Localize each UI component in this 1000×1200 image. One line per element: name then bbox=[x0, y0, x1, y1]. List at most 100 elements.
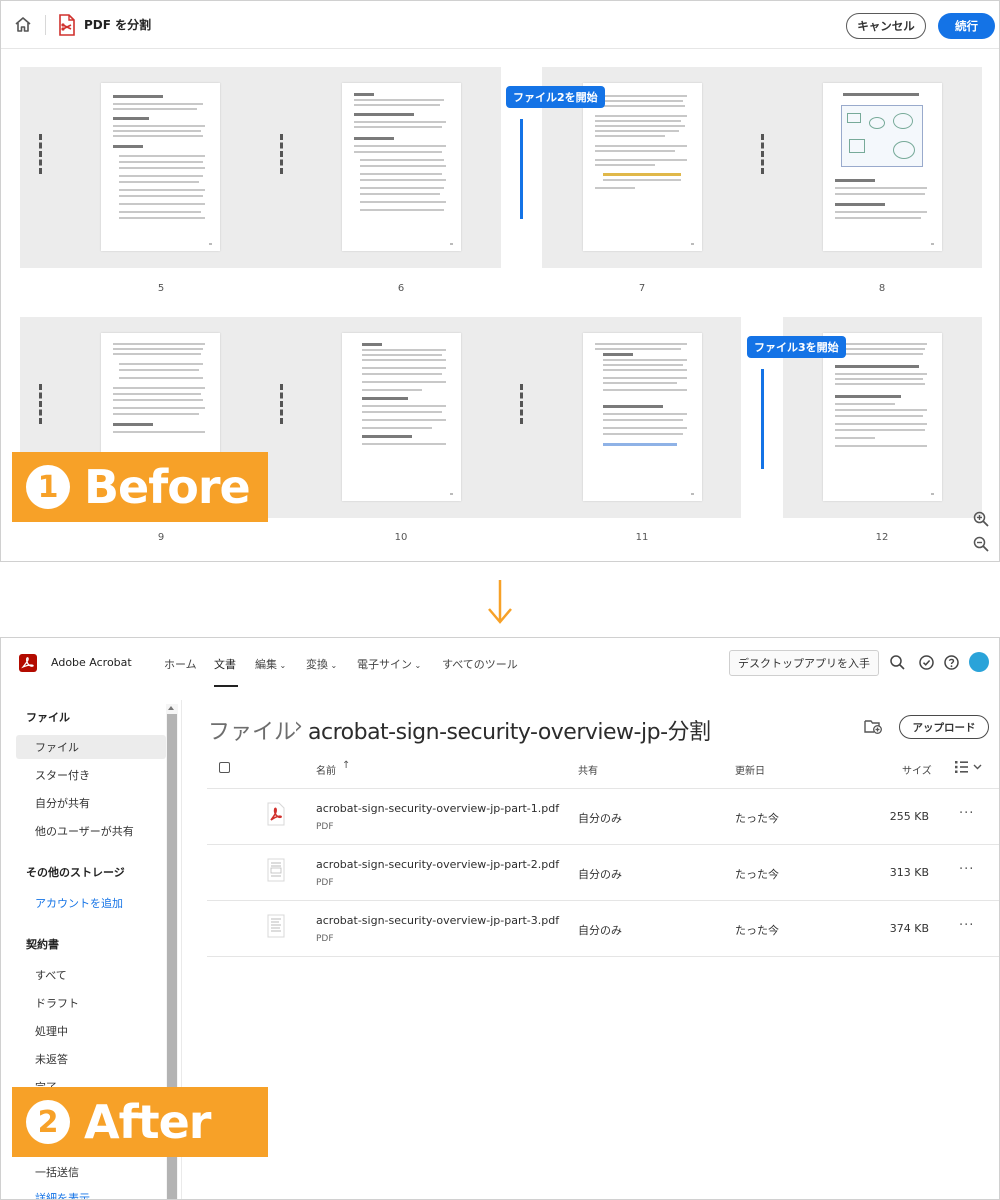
nav-home[interactable]: ホーム bbox=[164, 656, 197, 672]
file-shared: 自分のみ bbox=[578, 868, 622, 881]
table-row[interactable]: acrobat-sign-security-overview-jp-part-1… bbox=[207, 789, 999, 845]
split-pdf-icon bbox=[59, 14, 75, 36]
list-view-icon[interactable] bbox=[954, 760, 984, 774]
sidebar-item-waiting[interactable]: 未返答 bbox=[16, 1047, 166, 1071]
after-label: 2 After bbox=[12, 1087, 268, 1157]
get-desktop-app-button[interactable]: デスクトップアプリを入手 bbox=[729, 650, 879, 676]
breadcrumb-root[interactable]: ファイル bbox=[208, 714, 296, 746]
page-number: 5 bbox=[157, 283, 165, 294]
file-split-line[interactable] bbox=[520, 119, 523, 219]
upload-button[interactable]: アップロード bbox=[899, 715, 989, 739]
tool-title: PDF を分割 bbox=[84, 18, 152, 32]
page-thumbnail[interactable] bbox=[342, 83, 461, 251]
search-icon[interactable] bbox=[889, 654, 906, 671]
step-number: 2 bbox=[26, 1100, 70, 1144]
more-options-icon[interactable]: ··· bbox=[959, 806, 974, 821]
show-more-link[interactable]: 詳細を表示 bbox=[16, 1186, 166, 1199]
page-thumbnail[interactable] bbox=[342, 333, 461, 501]
check-circle-icon[interactable] bbox=[918, 654, 935, 671]
sidebar-item-files[interactable]: ファイル bbox=[16, 735, 166, 759]
after-panel: Adobe Acrobat ホーム 文書 編集 ⌄ 変換 ⌄ 電子サイン ⌄ す… bbox=[0, 637, 1000, 1200]
column-header-shared[interactable]: 共有 bbox=[578, 762, 598, 777]
file-name[interactable]: acrobat-sign-security-overview-jp-part-3… bbox=[316, 914, 559, 927]
nav-active-indicator bbox=[214, 685, 238, 687]
sort-ascending-icon[interactable]: ↑ bbox=[342, 760, 350, 771]
sidebar-item-shared-by-me[interactable]: 自分が共有 bbox=[16, 791, 166, 815]
page-thumbnail[interactable] bbox=[823, 333, 942, 501]
continue-button[interactable]: 続行 bbox=[938, 13, 995, 39]
toolbar-divider bbox=[45, 15, 46, 35]
column-header-name[interactable]: 名前 bbox=[316, 762, 336, 777]
nav-documents[interactable]: 文書 bbox=[214, 656, 236, 672]
split-marker[interactable] bbox=[761, 134, 764, 174]
sidebar-item-draft[interactable]: ドラフト bbox=[16, 991, 166, 1015]
file-name[interactable]: acrobat-sign-security-overview-jp-part-2… bbox=[316, 858, 559, 871]
step-label: Before bbox=[84, 460, 251, 514]
file-name[interactable]: acrobat-sign-security-overview-jp-part-1… bbox=[316, 802, 559, 815]
file-list: acrobat-sign-security-overview-jp-part-1… bbox=[207, 788, 999, 957]
nav-edit-label: 編集 bbox=[255, 658, 277, 671]
zoom-out-icon[interactable] bbox=[972, 535, 990, 553]
file-shared: 自分のみ bbox=[578, 812, 622, 825]
split-toolbar: PDF を分割 キャンセル 続行 bbox=[1, 1, 999, 49]
file-type: PDF bbox=[316, 822, 334, 832]
page-thumbnail[interactable] bbox=[583, 333, 702, 501]
pdf-file-icon bbox=[267, 858, 285, 882]
file3-start-badge: ファイル3を開始 bbox=[747, 336, 846, 358]
scroll-up-icon[interactable] bbox=[168, 706, 174, 710]
home-icon[interactable] bbox=[13, 15, 33, 35]
table-row[interactable]: acrobat-sign-security-overview-jp-part-2… bbox=[207, 845, 999, 901]
file-split-line[interactable] bbox=[761, 369, 764, 469]
sidebar-item-bulk-send[interactable]: 一括送信 bbox=[16, 1160, 166, 1184]
file-type: PDF bbox=[316, 878, 334, 888]
page-title: acrobat-sign-security-overview-jp-分割 bbox=[308, 720, 711, 745]
new-folder-icon[interactable] bbox=[864, 718, 882, 734]
pdf-file-icon bbox=[267, 914, 285, 938]
help-icon[interactable] bbox=[943, 654, 960, 671]
split-marker[interactable] bbox=[280, 134, 283, 174]
table-row[interactable]: acrobat-sign-security-overview-jp-part-3… bbox=[207, 901, 999, 957]
page-thumbnail[interactable] bbox=[101, 83, 220, 251]
page-number: 8 bbox=[878, 283, 886, 294]
nav-esign[interactable]: 電子サイン ⌄ bbox=[357, 656, 421, 672]
page-number: 12 bbox=[875, 532, 889, 543]
nav-convert[interactable]: 変換 ⌄ bbox=[306, 656, 337, 672]
split-marker[interactable] bbox=[280, 384, 283, 424]
cancel-button[interactable]: キャンセル bbox=[846, 13, 926, 39]
app-header: Adobe Acrobat ホーム 文書 編集 ⌄ 変換 ⌄ 電子サイン ⌄ す… bbox=[1, 638, 999, 688]
nav-edit[interactable]: 編集 ⌄ bbox=[255, 656, 286, 672]
page-number: 9 bbox=[157, 532, 165, 543]
page-thumbnail[interactable] bbox=[823, 83, 942, 251]
chevron-down-icon: ⌄ bbox=[277, 661, 287, 670]
nav-convert-label: 変換 bbox=[306, 658, 328, 671]
before-label: 1 Before bbox=[12, 452, 268, 522]
sidebar-item-in-progress[interactable]: 処理中 bbox=[16, 1019, 166, 1043]
page-number: 11 bbox=[635, 532, 649, 543]
sidebar-section-agreements: 契約書 bbox=[26, 938, 59, 951]
zoom-in-icon[interactable] bbox=[972, 510, 990, 528]
arrow-down-icon bbox=[488, 580, 512, 624]
more-options-icon[interactable]: ··· bbox=[959, 918, 974, 933]
more-options-icon[interactable]: ··· bbox=[959, 862, 974, 877]
sidebar-item-all[interactable]: すべて bbox=[16, 963, 166, 987]
file-shared: 自分のみ bbox=[578, 924, 622, 937]
split-marker[interactable] bbox=[39, 134, 42, 174]
pdf-file-icon bbox=[267, 802, 285, 826]
page-number: 6 bbox=[397, 283, 405, 294]
sidebar-item-shared-by-others[interactable]: 他のユーザーが共有 bbox=[16, 819, 166, 843]
column-header-modified[interactable]: 更新日 bbox=[735, 762, 765, 777]
nav-all-tools[interactable]: すべてのツール bbox=[442, 656, 518, 672]
page-thumbnail[interactable] bbox=[583, 83, 702, 251]
file-size: 255 KB bbox=[889, 810, 929, 823]
avatar[interactable] bbox=[969, 652, 989, 672]
split-marker[interactable] bbox=[39, 384, 42, 424]
file-modified: たった今 bbox=[735, 812, 779, 825]
sidebar-section-storage: その他のストレージ bbox=[26, 866, 125, 879]
select-all-checkbox[interactable] bbox=[219, 762, 230, 773]
sidebar-item-starred[interactable]: スター付き bbox=[16, 763, 166, 787]
split-marker[interactable] bbox=[520, 384, 523, 424]
add-account-link[interactable]: アカウントを追加 bbox=[16, 891, 166, 915]
step-label: After bbox=[84, 1095, 211, 1149]
column-header-size[interactable]: サイズ bbox=[902, 762, 932, 777]
acrobat-logo[interactable] bbox=[19, 654, 37, 672]
